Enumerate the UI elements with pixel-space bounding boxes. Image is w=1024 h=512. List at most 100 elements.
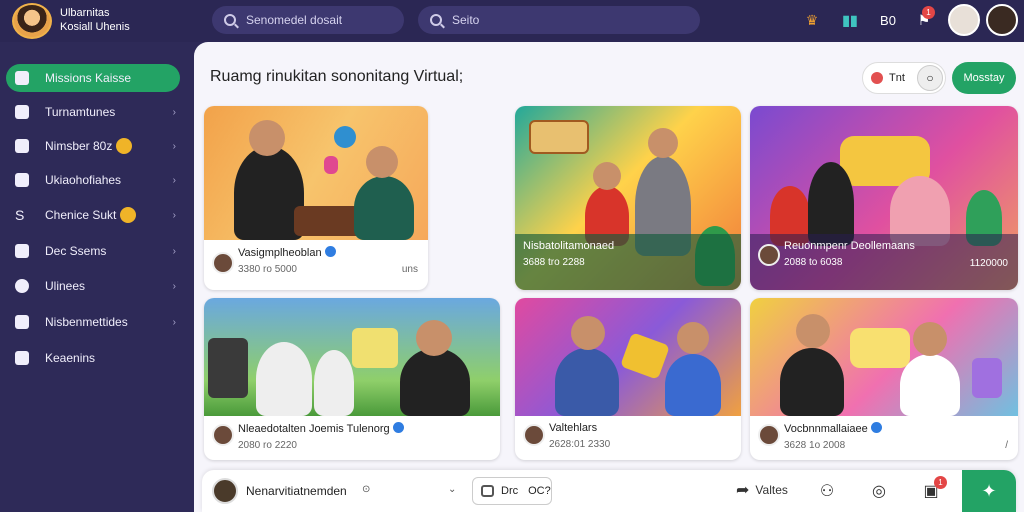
toggle-label: Tnt (889, 72, 905, 84)
instrument-shape (208, 338, 248, 398)
gamepad-button[interactable]: ✦ (962, 470, 1016, 512)
share-label: Valtes (755, 483, 788, 497)
video-thumbnail[interactable] (204, 106, 428, 240)
s-icon: S (15, 207, 25, 223)
chevron-right-icon: › (172, 209, 176, 221)
sidebar-item-videos[interactable]: Ukiaohofiahes › (6, 166, 180, 194)
sidebar-item-lines[interactable]: Ulinees › (6, 272, 180, 300)
search-input-primary[interactable]: Senomedel dosait (212, 6, 404, 34)
sidebar-item-label: Ukiaohofiahes (45, 173, 122, 187)
person-head (593, 162, 621, 190)
avatar[interactable] (523, 424, 545, 446)
card-meta: Reuonmpenr Deollemaans 2088 to 6038 1120… (750, 234, 1018, 290)
notification-badge: 1 (922, 6, 935, 19)
card-meta: Valtehlars 2628:01 2330 (515, 416, 741, 460)
video-thumbnail[interactable] (515, 298, 741, 416)
home-icon (15, 71, 29, 85)
chevron-right-icon: › (172, 106, 176, 118)
sidebar-item-numbers[interactable]: Nimsber 80z › (6, 132, 180, 160)
live-toggle[interactable]: Tnt ○ (862, 62, 946, 94)
user-avatar[interactable] (986, 4, 1018, 36)
video-card[interactable]: Reuonmpenr Deollemaans 2088 to 6038 1120… (750, 106, 1018, 290)
sidebar: Missions Kaisse Turnamtunes › Nimsber 80… (0, 42, 194, 512)
bucket-shape (972, 358, 1002, 398)
sidebar-item-label: Nisbenmettides (45, 315, 128, 329)
stats-icon[interactable]: ▮▮ (838, 8, 862, 32)
person-head (571, 316, 605, 350)
avatar[interactable] (212, 252, 234, 274)
channel-name: Nenarvitiatnemden (246, 484, 347, 498)
record-icon[interactable]: ◎ (868, 480, 890, 502)
share-button[interactable]: ➦ Valtes (736, 480, 788, 500)
card-stats: 2080 ro 2220 (238, 440, 297, 451)
primary-button[interactable]: Mosstay (952, 62, 1016, 94)
video-thumbnail[interactable] (204, 298, 500, 416)
sidebar-item-label: Chenice Sukt (45, 208, 117, 222)
sidebar-item-label: Ulinees (45, 279, 86, 293)
location-pin-icon (15, 279, 29, 293)
sidebar-item-missions[interactable]: Missions Kaisse (6, 64, 180, 92)
chip-suffix: OC? (528, 485, 551, 497)
sidebar-item-tournaments[interactable]: Turnamtunes › (6, 98, 180, 126)
person-figure (555, 348, 619, 416)
toggle-knob-icon: ○ (917, 65, 943, 91)
video-card[interactable]: Valtehlars 2628:01 2330 (515, 298, 741, 460)
sidebar-item-label: Missions Kaisse (45, 71, 132, 85)
card-meta: Nleaedotalten Joemis Tulenorg 2080 ro 22… (204, 416, 500, 460)
card-title: Reuonmpenr Deollemaans (784, 240, 915, 252)
settings-icon[interactable]: ⊙ (362, 484, 370, 495)
verified-icon (392, 422, 404, 433)
trophy-icon[interactable]: ♛ (800, 8, 824, 32)
avatar[interactable] (212, 424, 234, 446)
avatar[interactable] (212, 478, 238, 504)
search-placeholder: Seito (452, 13, 480, 27)
kite-shape (620, 332, 670, 380)
share-icon: ➦ (736, 482, 750, 499)
note-icon (324, 156, 338, 174)
chevron-right-icon: › (172, 280, 176, 292)
lock-icon (15, 244, 29, 258)
card-stats: 3380 ro 5000 (238, 264, 297, 275)
sidebar-item-dec[interactable]: Dec Ssems › (6, 237, 180, 265)
sidebar-item-label: Dec Ssems (45, 244, 107, 258)
person-figure (354, 176, 414, 240)
video-card[interactable]: Vocbnnmallaiaee 3628 1o 2008 / (750, 298, 1018, 460)
chat-chip[interactable]: Drc OC? (472, 477, 552, 505)
brand-line-1: Ulbarnitas (60, 7, 110, 19)
card-stats: 2628:01 2330 (549, 439, 611, 450)
chevron-right-icon: › (172, 245, 176, 257)
card-extra: 1120000 (969, 258, 1008, 269)
video-card[interactable]: Nleaedotalten Joemis Tulenorg 2080 ro 22… (204, 298, 500, 460)
card-title: Vasigmplheoblan (238, 246, 420, 259)
person-figure (400, 348, 470, 416)
avatar[interactable] (758, 244, 780, 266)
video-card[interactable]: Nisbatolitamonaed 3688 tro 2288 (515, 106, 741, 290)
sticker-icon (334, 126, 356, 148)
card-stats: 3688 tro 2288 (523, 257, 585, 268)
avatar[interactable] (758, 424, 780, 446)
sidebar-item-nisben[interactable]: Nisbenmettides › (6, 308, 180, 336)
people-icon (15, 351, 29, 365)
points-label[interactable]: B0 (876, 8, 900, 32)
chat-icon (481, 485, 494, 497)
chevron-right-icon: › (172, 174, 176, 186)
user-icon[interactable]: ⚇ (816, 480, 838, 502)
sidebar-item-choice[interactable]: S Chenice Sukt › (6, 201, 180, 229)
title-graphic (850, 328, 910, 368)
user-avatar-secondary[interactable] (948, 4, 980, 36)
chevron-right-icon: › (172, 140, 176, 152)
person-figure (900, 354, 960, 416)
card-stats: 3628 1o 2008 (784, 440, 846, 451)
chip-label: Drc (501, 485, 519, 497)
sidebar-item-keaenins[interactable]: Keaenins (6, 344, 180, 372)
chevron-down-icon[interactable]: ⌄ (448, 484, 456, 495)
card-title: Valtehlars (549, 422, 598, 434)
card-title: Vocbnnmallaiaee (784, 422, 1010, 435)
video-card[interactable]: Vasigmplheoblan 3380 ro 5000 uns (204, 106, 428, 290)
person-head (648, 128, 678, 158)
video-thumbnail[interactable] (750, 298, 1018, 416)
sidebar-item-label: Nimsber 80z (45, 139, 113, 153)
card-extra: / (1005, 440, 1008, 451)
search-input-secondary[interactable]: Seito (418, 6, 700, 34)
brand-avatar[interactable] (12, 3, 52, 39)
